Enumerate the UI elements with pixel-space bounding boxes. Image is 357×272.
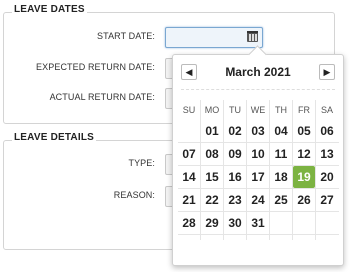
day-cell-10[interactable]: 10 bbox=[247, 143, 269, 165]
chevron-right-icon: ▶ bbox=[323, 67, 331, 77]
day-cell-07[interactable]: 07 bbox=[178, 143, 200, 165]
day-cell-28[interactable]: 28 bbox=[178, 212, 200, 234]
day-cell-19[interactable]: 19 bbox=[293, 166, 315, 188]
day-cell-22[interactable]: 22 bbox=[201, 189, 223, 211]
weekday-mo: MO bbox=[204, 105, 220, 115]
start-date-input[interactable] bbox=[165, 27, 263, 48]
day-cell-01[interactable]: 01 bbox=[201, 120, 223, 142]
day-cell-05[interactable]: 05 bbox=[293, 120, 315, 142]
day-cell-04[interactable]: 04 bbox=[270, 120, 292, 142]
type-label: TYPE: bbox=[128, 158, 155, 168]
calendar-icon[interactable] bbox=[247, 31, 258, 42]
day-cell-27[interactable]: 27 bbox=[316, 189, 338, 211]
day-cell-12[interactable]: 12 bbox=[293, 143, 315, 165]
reason-label: REASON: bbox=[113, 190, 155, 200]
chevron-left-icon: ◀ bbox=[185, 67, 193, 77]
day-cell-24[interactable]: 24 bbox=[247, 189, 269, 211]
day-cell-23[interactable]: 23 bbox=[224, 189, 246, 211]
day-cell-16[interactable]: 16 bbox=[224, 166, 246, 188]
day-cell-30[interactable]: 30 bbox=[224, 212, 246, 234]
prev-month-button[interactable]: ◀ bbox=[181, 64, 197, 80]
day-cell-14[interactable]: 14 bbox=[178, 166, 200, 188]
weekday-tu: TU bbox=[229, 105, 241, 115]
expected-return-date-label: EXPECTED RETURN DATE: bbox=[36, 62, 155, 72]
actual-return-date-label: ACTUAL RETURN DATE: bbox=[49, 92, 155, 102]
day-cell-18[interactable]: 18 bbox=[270, 166, 292, 188]
start-date-label: START DATE: bbox=[97, 31, 155, 41]
day-cell-08[interactable]: 08 bbox=[201, 143, 223, 165]
day-cell-02[interactable]: 02 bbox=[224, 120, 246, 142]
leave-details-title: LEAVE DETAILS bbox=[12, 132, 97, 143]
weekday-we: WE bbox=[250, 105, 266, 115]
month-title: March 2021 bbox=[225, 65, 291, 79]
day-cell-11[interactable]: 11 bbox=[270, 143, 292, 165]
day-cell-25[interactable]: 25 bbox=[270, 189, 292, 211]
day-cell-29[interactable]: 29 bbox=[201, 212, 223, 234]
weekday-fr: FR bbox=[298, 105, 310, 115]
datepicker-separator bbox=[181, 89, 335, 90]
day-cell-21[interactable]: 21 bbox=[178, 189, 200, 211]
leave-dates-title: LEAVE DATES bbox=[12, 4, 87, 15]
day-cell-06[interactable]: 06 bbox=[316, 120, 338, 142]
day-cell-20[interactable]: 20 bbox=[316, 166, 338, 188]
weekday-su: SU bbox=[182, 105, 196, 115]
grid-line bbox=[178, 234, 339, 235]
day-cell-31[interactable]: 31 bbox=[247, 212, 269, 234]
day-cell-13[interactable]: 13 bbox=[316, 143, 338, 165]
weekday-th: TH bbox=[275, 105, 287, 115]
day-cell-09[interactable]: 09 bbox=[224, 143, 246, 165]
weekday-sa: SA bbox=[320, 105, 333, 115]
day-cell-17[interactable]: 17 bbox=[247, 166, 269, 188]
next-month-button[interactable]: ▶ bbox=[319, 64, 335, 80]
day-cell-26[interactable]: 26 bbox=[293, 189, 315, 211]
datepicker-popup: ◀ March 2021 ▶ SU MO TU WE TH FR SA 01 02 03 04 05… bbox=[172, 45, 344, 266]
day-cell-15[interactable]: 15 bbox=[201, 166, 223, 188]
day-cell-03[interactable]: 03 bbox=[247, 120, 269, 142]
day-grid: 01 02 03 04 05 06 07 08 09 10 11 12 13 14 15 16 17 18 19 20… bbox=[178, 100, 339, 258]
